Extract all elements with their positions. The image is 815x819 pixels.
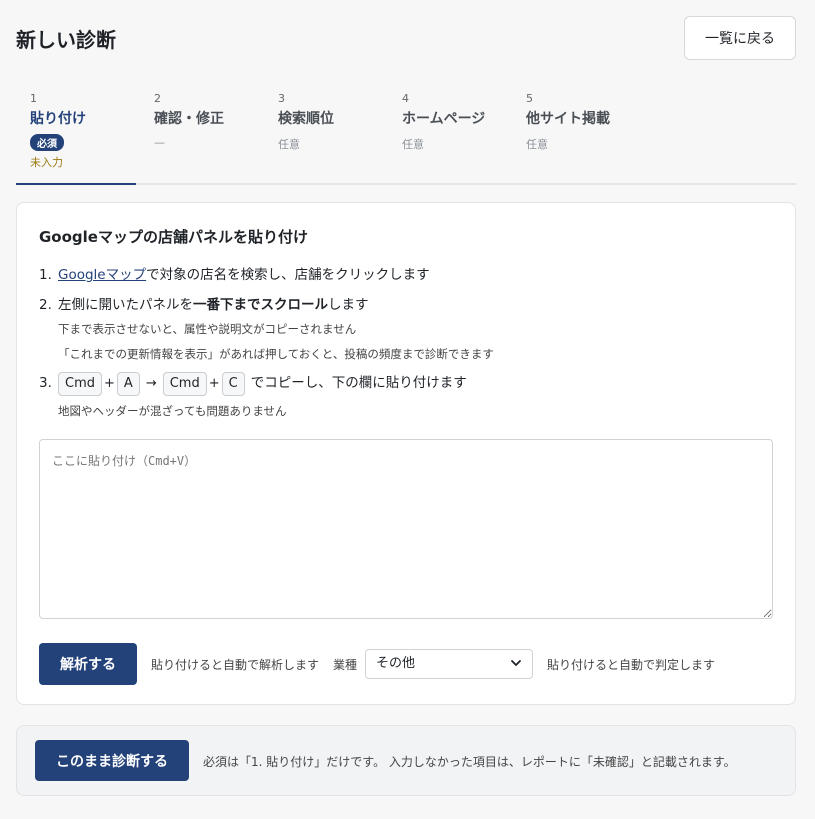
instruction-note: 「これまでの更新情報を表示」があれば押しておくと、投稿の頻度まで診断できます [58, 347, 494, 361]
step-title: 貼り付け [30, 111, 86, 127]
analyze-button[interactable]: 解析する [39, 643, 137, 685]
step-title: 検索順位 [278, 111, 334, 127]
step-tabs: 1 貼り付け 必須 未入力 2 確認・修正 — 3 検索順位 任意 4 ホームペ… [16, 90, 796, 185]
tab-step-other-sites[interactable]: 5 他サイト掲載 任意 [512, 90, 632, 183]
back-to-list-button[interactable]: 一覧に戻る [684, 16, 796, 60]
paste-card: Googleマップの店舗パネルを貼り付け 1. Googleマップで対象の店名を検… [16, 202, 796, 705]
page-header: 新しい診断 一覧に戻る [16, 16, 796, 60]
instruction-emphasis: 一番下までスクロール [193, 297, 328, 313]
instruction-text: します [328, 297, 369, 313]
step-sub: 任意 [278, 138, 300, 151]
instruction-number: 1. [39, 267, 52, 283]
instruction-text: でコピーし、下の欄に貼り付けます [250, 375, 467, 391]
step-sub: 任意 [402, 138, 424, 151]
step-status: 未入力 [30, 156, 63, 169]
step-title: 確認・修正 [154, 111, 224, 127]
key-a: A [116, 372, 140, 396]
step-title: 他サイト掲載 [526, 111, 610, 127]
instruction-step-3: 3. Cmd + A → Cmd + C でコピーし、下の欄に貼り付けます [39, 371, 467, 396]
instruction-number: 2. [39, 297, 52, 313]
step-title: ホームページ [402, 111, 486, 127]
key-c: C [221, 372, 245, 396]
step-number: 5 [526, 92, 533, 105]
plus-sign: + [208, 376, 220, 391]
tab-step-paste[interactable]: 1 貼り付け 必須 未入力 [16, 90, 136, 185]
step-number: 1 [30, 92, 37, 105]
step-sub: — [154, 136, 165, 149]
instruction-step-2: 2. 左側に開いたパネルを一番下までスクロールします [39, 293, 369, 313]
tab-step-confirm[interactable]: 2 確認・修正 — [140, 90, 260, 183]
industry-hint: 貼り付けると自動で判定します [547, 658, 716, 672]
footer-note: 必須は「1. 貼り付け」だけです。 入力しなかった項目は、レポートに「未確認」と… [203, 755, 736, 769]
step-number: 2 [154, 92, 161, 105]
paste-textarea[interactable] [39, 439, 773, 619]
instruction-text: 左側に開いたパネルを [58, 297, 193, 313]
card-title: Googleマップの店舗パネルを貼り付け [39, 228, 308, 246]
chevron-down-icon [511, 660, 521, 666]
diagnose-now-button[interactable]: このまま診断する [35, 740, 189, 781]
instruction-step-1: 1. Googleマップで対象の店名を検索し、店舗をクリックします [39, 263, 430, 283]
arrow-right-icon: → [145, 376, 157, 391]
required-badge: 必須 [30, 134, 64, 151]
key-cmd: Cmd [58, 372, 102, 396]
key-cmd: Cmd [162, 372, 207, 396]
step-number: 3 [278, 92, 285, 105]
instruction-note: 下まで表示させないと、属性や説明文がコピーされません [58, 322, 357, 336]
tab-step-search-rank[interactable]: 3 検索順位 任意 [264, 90, 384, 183]
step-sub: 任意 [526, 138, 548, 151]
plus-sign: + [104, 376, 115, 391]
analyze-hint: 貼り付けると自動で解析します [151, 658, 320, 672]
step-number: 4 [402, 92, 409, 105]
page-title: 新しい診断 [16, 28, 116, 52]
google-maps-link[interactable]: Googleマップ [58, 267, 146, 283]
industry-value: その他 [376, 656, 416, 671]
instruction-number: 3. [39, 375, 52, 391]
industry-label: 業種 [333, 658, 358, 672]
footer-bar: このまま診断する 必須は「1. 貼り付け」だけです。 入力しなかった項目は、レポ… [16, 725, 796, 796]
tab-step-homepage[interactable]: 4 ホームページ 任意 [388, 90, 508, 183]
industry-select[interactable]: その他 [365, 649, 533, 679]
instruction-text: で対象の店名を検索し、店舗をクリックします [146, 267, 430, 283]
instruction-note: 地図やヘッダーが混ざっても問題ありません [58, 404, 287, 418]
